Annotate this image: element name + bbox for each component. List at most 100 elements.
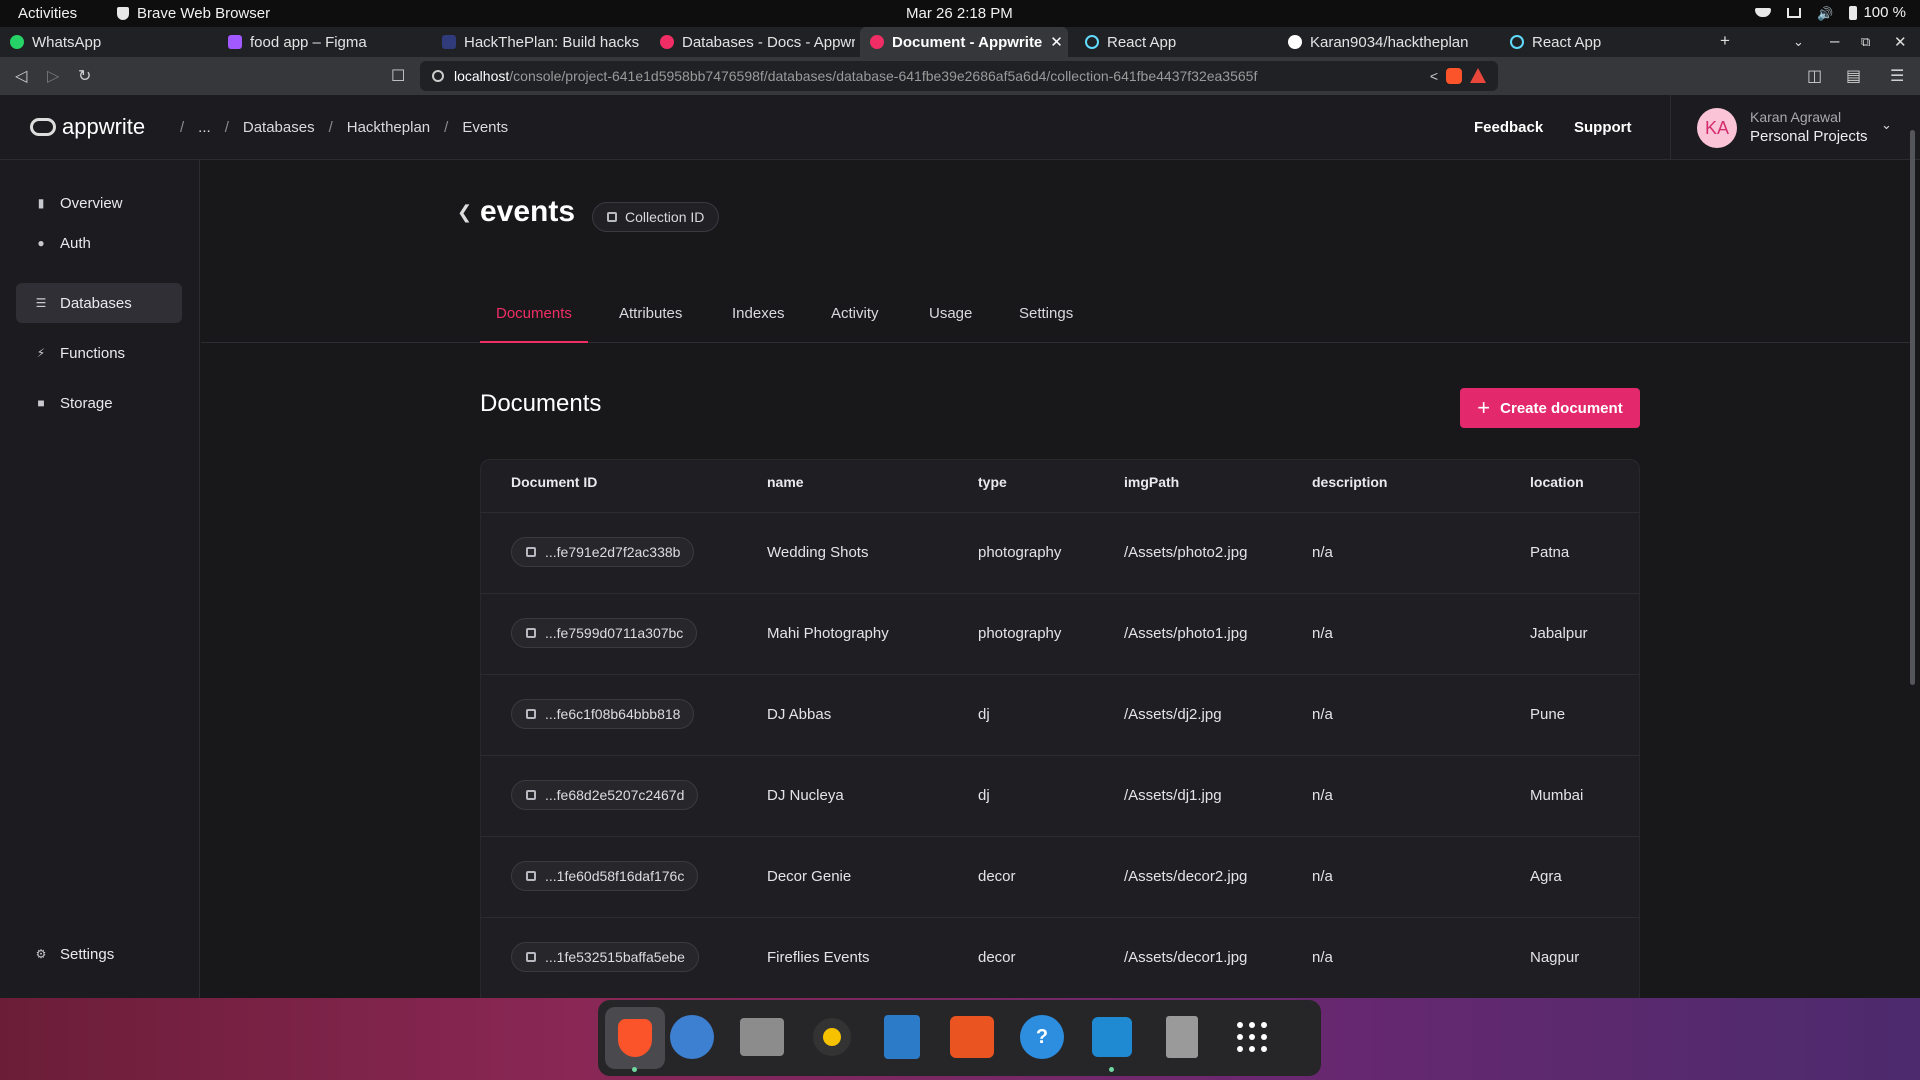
browser-tab[interactable]: food app – Figma: [218, 27, 423, 57]
table-row[interactable]: ...fe7599d0711a307bc Mahi Photography ph…: [481, 594, 1639, 675]
help-icon[interactable]: ?: [1019, 1014, 1065, 1060]
appwrite-logo[interactable]: appwrite: [30, 114, 145, 140]
running-indicator: [632, 1067, 637, 1072]
cell-description: n/a: [1312, 544, 1333, 561]
user-menu[interactable]: KA Karan Agrawal Personal Projects ⌄: [1670, 95, 1920, 159]
sidebar-item-overview[interactable]: ▮ Overview: [16, 183, 182, 223]
tab-attributes[interactable]: Attributes: [619, 305, 682, 322]
brave-rewards-icon[interactable]: [1470, 68, 1486, 83]
document-id-copy[interactable]: ...fe68d2e5207c2467d: [511, 780, 699, 810]
vscode-icon[interactable]: [1089, 1014, 1135, 1060]
collection-id-button[interactable]: Collection ID: [592, 202, 720, 232]
sidebar-item-label: Storage: [60, 394, 113, 412]
close-window-icon[interactable]: ✕: [1894, 33, 1907, 51]
create-document-button[interactable]: + Create document: [1460, 388, 1640, 428]
back-icon[interactable]: ◁: [15, 66, 27, 86]
sidebar-item-functions[interactable]: ⚡ Functions: [16, 333, 182, 373]
cell-description: n/a: [1312, 868, 1333, 885]
tab-title: React App: [1107, 33, 1177, 51]
brave-lion-icon: [117, 7, 129, 20]
browser-tab[interactable]: Karan9034/hacktheplan: [1278, 27, 1498, 57]
browser-tab[interactable]: WhatsApp: [0, 27, 210, 57]
table-row[interactable]: ...1fe532515baffa5ebe Fireflies Events d…: [481, 918, 1639, 998]
copy-icon: [526, 628, 536, 638]
sidebar-toggle-icon[interactable]: ◫: [1807, 66, 1822, 86]
system-top-bar: Activities Brave Web Browser Mar 26 2:18…: [0, 0, 1920, 27]
appwrite-logo-icon: [30, 118, 56, 136]
table-row[interactable]: ...fe791e2d7f2ac338b Wedding Shots photo…: [481, 513, 1639, 594]
wallet-icon[interactable]: ▤: [1846, 66, 1861, 86]
breadcrumb-collection[interactable]: Events: [462, 119, 508, 136]
table-row[interactable]: ...1fe60d58f16daf176c Decor Genie decor …: [481, 837, 1639, 918]
reload-icon[interactable]: ↻: [78, 66, 91, 86]
sidebar-item-label: Overview: [60, 194, 123, 212]
close-tab-icon[interactable]: ✕: [1050, 33, 1063, 51]
rhythmbox-icon[interactable]: [809, 1014, 855, 1060]
react-icon: [1510, 35, 1524, 49]
column-header-name[interactable]: name: [767, 474, 804, 490]
app-grid-icon[interactable]: [1229, 1014, 1275, 1060]
back-arrow-icon[interactable]: ❮: [457, 202, 472, 223]
support-button[interactable]: Support: [1574, 119, 1632, 136]
sidebar-item-auth[interactable]: ● Auth: [16, 223, 182, 263]
bookmark-icon[interactable]: ☐: [391, 66, 405, 86]
share-icon[interactable]: <: [1430, 68, 1438, 84]
document-id: ...1fe532515baffa5ebe: [545, 949, 685, 965]
table-row[interactable]: ...fe6c1f08b64bbb818 DJ Abbas dj /Assets…: [481, 675, 1639, 756]
document-id-copy[interactable]: ...1fe532515baffa5ebe: [511, 942, 699, 972]
browser-tab[interactable]: React App: [1075, 27, 1280, 57]
browser-tab[interactable]: HackThePlan: Build hacks: [432, 27, 642, 57]
forward-icon[interactable]: ▷: [47, 66, 59, 86]
site-info-icon[interactable]: [432, 70, 444, 82]
tab-list-chevron-icon[interactable]: ⌄: [1793, 34, 1804, 50]
column-header-type[interactable]: type: [978, 474, 1007, 490]
table-row[interactable]: ...fe68d2e5207c2467d DJ Nucleya dj /Asse…: [481, 756, 1639, 837]
create-document-label: Create document: [1500, 399, 1623, 417]
brave-shields-icon[interactable]: [1446, 68, 1462, 84]
sidebar-item-storage[interactable]: ■ Storage: [16, 383, 182, 423]
mail-icon[interactable]: [669, 1014, 715, 1060]
column-header-description[interactable]: description: [1312, 474, 1387, 490]
feedback-button[interactable]: Feedback: [1474, 119, 1543, 136]
column-header-location[interactable]: location: [1530, 474, 1584, 490]
tab-activity[interactable]: Activity: [831, 305, 879, 322]
new-tab-icon[interactable]: +: [1720, 31, 1730, 51]
tab-settings[interactable]: Settings: [1019, 305, 1073, 322]
column-header-document-id[interactable]: Document ID: [511, 474, 597, 490]
system-tray[interactable]: 🔊 100 %: [1755, 4, 1906, 21]
page-scrollbar[interactable]: [1910, 130, 1915, 685]
document-id-copy[interactable]: ...1fe60d58f16daf176c: [511, 861, 699, 891]
app-center-icon[interactable]: [949, 1014, 995, 1060]
browser-tab[interactable]: Databases - Docs - Appwri: [650, 27, 855, 57]
breadcrumb-database[interactable]: Hacktheplan: [347, 119, 430, 136]
column-header-imgpath[interactable]: imgPath: [1124, 474, 1179, 490]
browser-tab-active[interactable]: Document - Appwrite ✕: [860, 27, 1068, 57]
files-icon[interactable]: [739, 1014, 785, 1060]
tab-documents[interactable]: Documents: [496, 305, 572, 322]
writer-icon[interactable]: [879, 1014, 925, 1060]
minimize-icon[interactable]: –: [1830, 31, 1839, 51]
brave-icon[interactable]: [605, 1007, 665, 1069]
cell-type: decor: [978, 868, 1016, 885]
breadcrumb-ellipsis[interactable]: ...: [198, 119, 211, 136]
cell-imgpath: /Assets/decor1.jpg: [1124, 949, 1248, 966]
breadcrumb-databases[interactable]: Databases: [243, 119, 315, 136]
tab-indexes[interactable]: Indexes: [732, 305, 785, 322]
menu-icon[interactable]: ☰: [1890, 66, 1904, 86]
section-title: Documents: [480, 390, 602, 417]
restore-icon[interactable]: ⧉: [1861, 34, 1870, 50]
cell-imgpath: /Assets/dj2.jpg: [1124, 706, 1222, 723]
activities-button[interactable]: Activities: [18, 5, 77, 22]
trash-icon[interactable]: [1159, 1014, 1205, 1060]
browser-toolbar: ◁ ▷ ↻ ☐ localhost /console/project-641e1…: [0, 57, 1920, 95]
browser-tab[interactable]: React App: [1500, 27, 1700, 57]
app-menu[interactable]: Brave Web Browser: [117, 5, 270, 22]
clock[interactable]: Mar 26 2:18 PM: [906, 5, 1013, 22]
sidebar-item-settings[interactable]: ⚙ Settings: [16, 934, 182, 974]
document-id-copy[interactable]: ...fe7599d0711a307bc: [511, 618, 698, 648]
sidebar-item-databases[interactable]: ☰ Databases: [16, 283, 182, 323]
document-id-copy[interactable]: ...fe791e2d7f2ac338b: [511, 537, 695, 567]
tab-usage[interactable]: Usage: [929, 305, 972, 322]
address-bar[interactable]: localhost /console/project-641e1d5958bb7…: [420, 61, 1498, 91]
document-id-copy[interactable]: ...fe6c1f08b64bbb818: [511, 699, 695, 729]
